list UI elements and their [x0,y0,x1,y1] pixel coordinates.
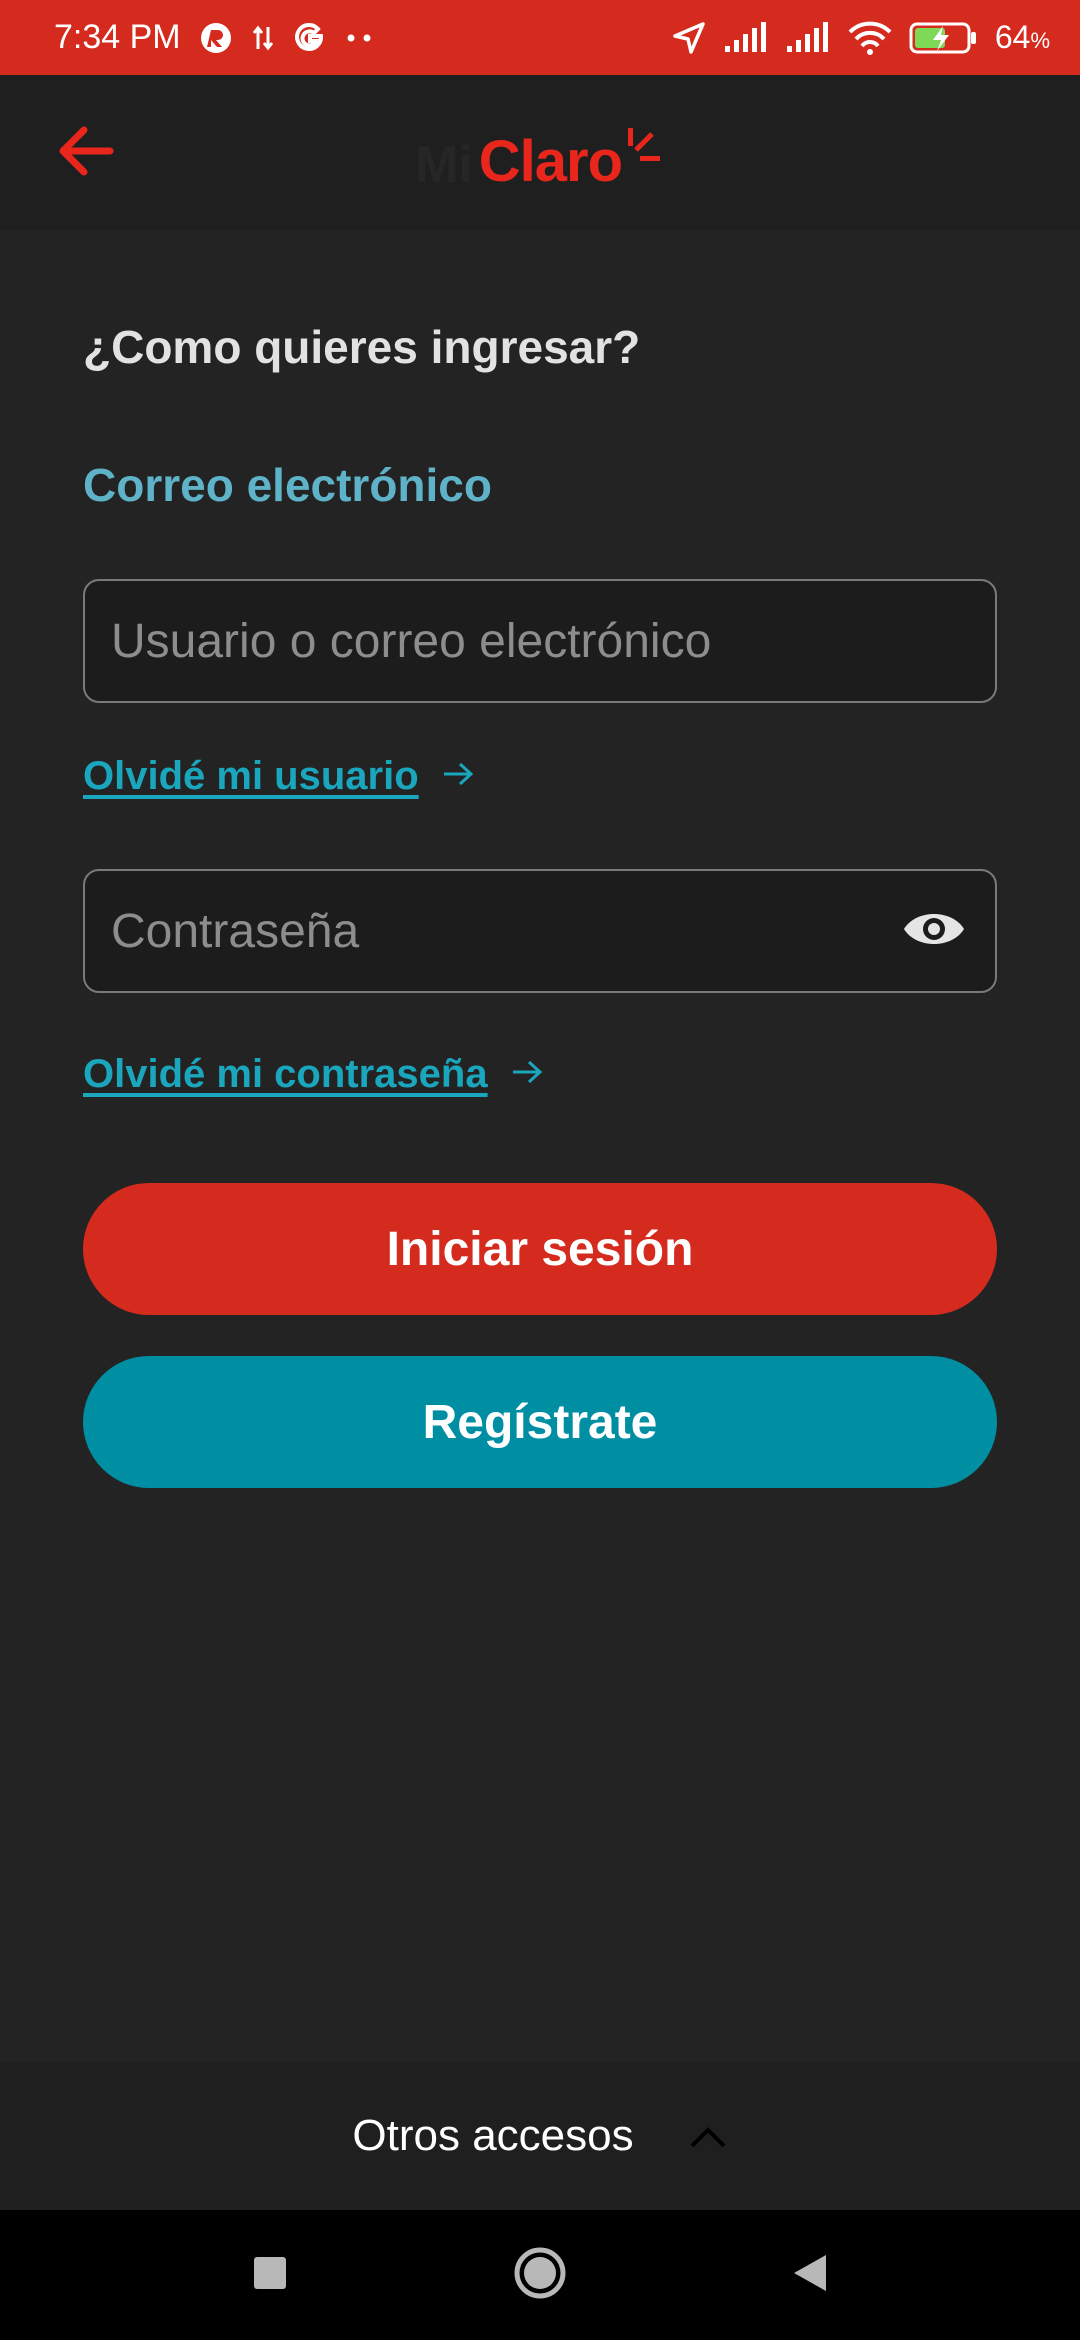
forgot-password-link[interactable]: Olvidé mi contraseña [83,1052,544,1097]
forgot-username-link[interactable]: Olvidé mi usuario [83,754,475,799]
password-input[interactable] [111,903,899,959]
username-input[interactable] [111,613,969,669]
chevron-up-icon [688,2111,728,2161]
google-icon [293,21,327,55]
battery-charging-icon [909,20,979,56]
app-header: Mi Claro [0,75,1080,230]
r-badge-icon [199,21,233,55]
arrow-right-icon [510,1057,544,1092]
register-button[interactable]: Regístrate [83,1356,997,1488]
logo-mi: Mi [415,136,473,194]
circle-icon [513,2246,567,2305]
signal-icon [723,21,769,54]
username-field[interactable] [83,579,997,703]
other-access-label: Otros accesos [352,2111,634,2160]
show-password-button[interactable] [899,896,969,966]
page-question: ¿Como quieres ingresar? [83,321,641,373]
square-icon [253,2256,287,2295]
claro-logo: Mi Claro [415,115,661,195]
eye-icon [902,907,966,956]
logo-brand: Claro [478,129,623,194]
location-arrow-icon [671,20,707,56]
system-nav-bar [0,2210,1080,2340]
claro-sun-icon [624,128,661,179]
password-field[interactable] [83,869,997,993]
signal-icon [785,21,831,54]
back-button[interactable] [50,117,122,189]
data-transfer-icon [251,23,275,53]
recents-button[interactable] [235,2240,305,2310]
arrow-right-icon [441,759,475,794]
login-button[interactable]: Iniciar sesión [83,1183,997,1315]
status-time: 7:34 PM [54,18,181,56]
triangle-back-icon [792,2253,828,2298]
status-right: 64% [671,19,1050,56]
forgot-username-label: Olvidé mi usuario [83,754,419,798]
status-bar: 7:34 PM 64% [0,0,1080,75]
battery-percent: 64% [994,19,1050,55]
arrow-left-icon [56,125,116,182]
home-button[interactable] [505,2240,575,2310]
more-dots-icon [345,33,375,43]
forgot-password-label: Olvidé mi contraseña [83,1052,488,1096]
section-label-email: Correo electrónico [83,459,492,511]
other-access-toggle[interactable]: Otros accesos [0,2062,1080,2210]
wifi-icon [847,20,893,56]
back-nav-button[interactable] [775,2240,845,2310]
status-left: 7:34 PM [54,18,375,57]
